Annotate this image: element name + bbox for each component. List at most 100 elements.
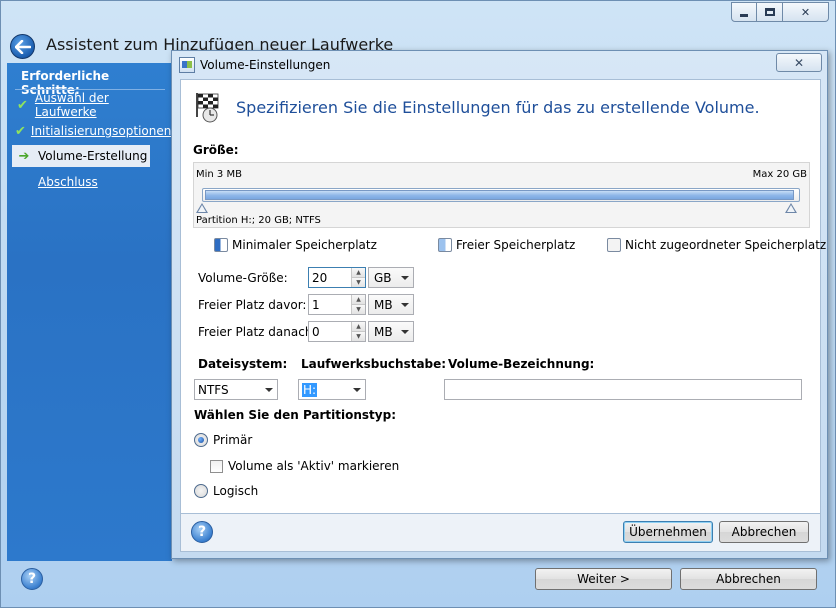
legend-label: Minimaler Speicherplatz <box>232 238 377 252</box>
minimize-icon <box>740 13 748 17</box>
step-label: Auswahl der Laufwerke <box>34 91 109 119</box>
volume-size-value: 20 <box>312 270 328 285</box>
dialog-app-icon <box>179 57 195 73</box>
dialog-heading: Spezifizieren Sie die Einstellungen für … <box>236 98 760 117</box>
spin-up-icon[interactable]: ▲ <box>351 295 365 304</box>
dialog-help-button[interactable]: ? <box>191 521 213 543</box>
radio-selected-icon <box>194 433 208 447</box>
help-button[interactable]: ? <box>21 568 43 590</box>
size-min-label: Min 3 MB <box>196 169 242 180</box>
spin-down-icon[interactable]: ▼ <box>351 277 365 287</box>
step-finish[interactable]: Abschluss <box>12 171 150 193</box>
radio-logical-label: Logisch <box>213 484 259 498</box>
maximize-button[interactable] <box>757 2 783 22</box>
back-arrow-icon <box>14 39 31 54</box>
chevron-down-icon <box>265 388 273 392</box>
back-button[interactable] <box>10 34 35 59</box>
dialog-title: Volume-Einstellungen <box>200 58 331 72</box>
radio-logical[interactable]: Logisch <box>194 484 258 498</box>
close-icon: ✕ <box>793 55 805 70</box>
spin-down-icon[interactable]: ▼ <box>351 304 365 314</box>
size-slider-track[interactable] <box>202 188 800 202</box>
free-after-input[interactable]: 0 ▲ ▼ <box>308 321 366 342</box>
spin-down-icon[interactable]: ▼ <box>351 331 365 341</box>
partition-type-label: Wählen Sie den Partitionstyp: <box>194 408 397 422</box>
wizard-footer: ? Weiter > Abbrechen <box>1 561 835 609</box>
steps-panel: Erforderliche Schritte: ✔ Auswahl der La… <box>7 63 172 561</box>
legend-label: Freier Speicherplatz <box>456 238 576 252</box>
slider-start-handle[interactable] <box>196 203 208 213</box>
chevron-down-icon <box>401 276 409 280</box>
size-max-label: Max 20 GB <box>752 169 807 180</box>
filesystem-value: NTFS <box>198 382 229 397</box>
checkmark-icon: ✔ <box>15 123 26 139</box>
size-slider-panel: Min 3 MB Max 20 GB Partition H:; 20 GB; … <box>193 162 810 228</box>
free-after-value: 0 <box>312 324 320 339</box>
maximize-icon <box>764 8 775 16</box>
active-checkbox-label: Volume als 'Aktiv' markieren <box>228 459 400 473</box>
spin-up-icon[interactable]: ▲ <box>351 268 365 277</box>
dialog-footer: ? Übernehmen Abbrechen <box>180 514 821 552</box>
legend-swatch-unallocated <box>607 238 621 252</box>
step-volume-creation[interactable]: ➔ Volume-Erstellung <box>12 145 150 167</box>
legend-free-space: Freier Speicherplatz <box>438 238 575 252</box>
free-before-unit-select[interactable]: MB <box>368 294 414 315</box>
free-before-value: 1 <box>312 297 320 312</box>
apply-button[interactable]: Übernehmen <box>623 521 713 543</box>
chevron-down-icon <box>353 388 361 392</box>
checkbox-unchecked-icon <box>210 459 223 473</box>
next-button[interactable]: Weiter > <box>535 568 672 590</box>
legend-minimal-space: Minimaler Speicherplatz <box>214 238 377 252</box>
legend-swatch-minimal <box>214 238 228 252</box>
volume-size-label: Volume-Größe: <box>198 271 288 285</box>
partition-caption: Partition H:; 20 GB; NTFS <box>196 215 321 226</box>
spin-up-icon[interactable]: ▲ <box>351 322 365 331</box>
free-after-unit: MB <box>374 324 393 339</box>
free-after-unit-select[interactable]: MB <box>368 321 414 342</box>
filesystem-label: Dateisystem: <box>198 357 288 371</box>
dialog-titlebar: Volume-Einstellungen ✕ <box>172 51 827 79</box>
step-label: Abschluss <box>38 175 98 189</box>
volume-size-input[interactable]: 20 ▲ ▼ <box>308 267 366 288</box>
radio-unselected-icon <box>194 484 208 498</box>
drive-letter-label: Laufwerksbuchstabe: <box>301 357 447 371</box>
minimize-button[interactable] <box>731 2 757 22</box>
free-before-spinner[interactable]: ▲ ▼ <box>351 295 365 314</box>
slider-end-handle[interactable] <box>785 203 797 213</box>
size-label: Größe: <box>193 143 239 157</box>
legend-unallocated-space: Nicht zugeordneter Speicherplatz <box>607 238 826 252</box>
window-controls: ✕ <box>731 2 829 22</box>
wizard-cancel-button[interactable]: Abbrechen <box>680 568 817 590</box>
checkmark-icon: ✔ <box>16 97 28 113</box>
volume-size-unit-select[interactable]: GB <box>368 267 414 288</box>
step-initialization-options[interactable]: ✔ Initialisierungsoptionen <box>12 120 171 142</box>
free-before-unit: MB <box>374 297 393 312</box>
radio-primary[interactable]: Primär <box>194 433 252 447</box>
drive-letter-select[interactable]: H: <box>298 379 366 400</box>
close-icon: ✕ <box>800 5 811 19</box>
dialog-body: Spezifizieren Sie die Einstellungen für … <box>180 79 826 514</box>
free-after-label: Freier Platz danach: <box>198 325 317 339</box>
step-label: Initialisierungsoptionen <box>30 124 172 138</box>
drive-letter-value: H: <box>302 382 318 397</box>
free-before-label: Freier Platz davor: <box>198 298 307 312</box>
close-button[interactable]: ✕ <box>783 2 829 22</box>
volume-size-spinner[interactable]: ▲ ▼ <box>351 268 365 287</box>
steps-divider <box>15 89 165 90</box>
help-icon: ? <box>197 524 207 540</box>
volume-label-input[interactable] <box>444 379 802 400</box>
free-after-spinner[interactable]: ▲ ▼ <box>351 322 365 341</box>
volume-settings-icon <box>196 93 219 123</box>
size-slider-fill <box>205 190 794 200</box>
step-label: Volume-Erstellung <box>38 149 148 163</box>
dialog-cancel-button[interactable]: Abbrechen <box>719 521 809 543</box>
chevron-down-icon <box>401 303 409 307</box>
volume-label-label: Volume-Bezeichnung: <box>448 357 595 371</box>
legend-label: Nicht zugeordneter Speicherplatz <box>625 238 827 252</box>
filesystem-select[interactable]: NTFS <box>194 379 278 400</box>
active-checkbox[interactable]: Volume als 'Aktiv' markieren <box>210 459 399 473</box>
volume-settings-dialog: Volume-Einstellungen ✕ Spezifizieren Sie… <box>171 50 828 559</box>
dialog-close-button[interactable]: ✕ <box>776 53 822 72</box>
free-before-input[interactable]: 1 ▲ ▼ <box>308 294 366 315</box>
step-drive-selection[interactable]: ✔ Auswahl der Laufwerke <box>12 91 150 119</box>
